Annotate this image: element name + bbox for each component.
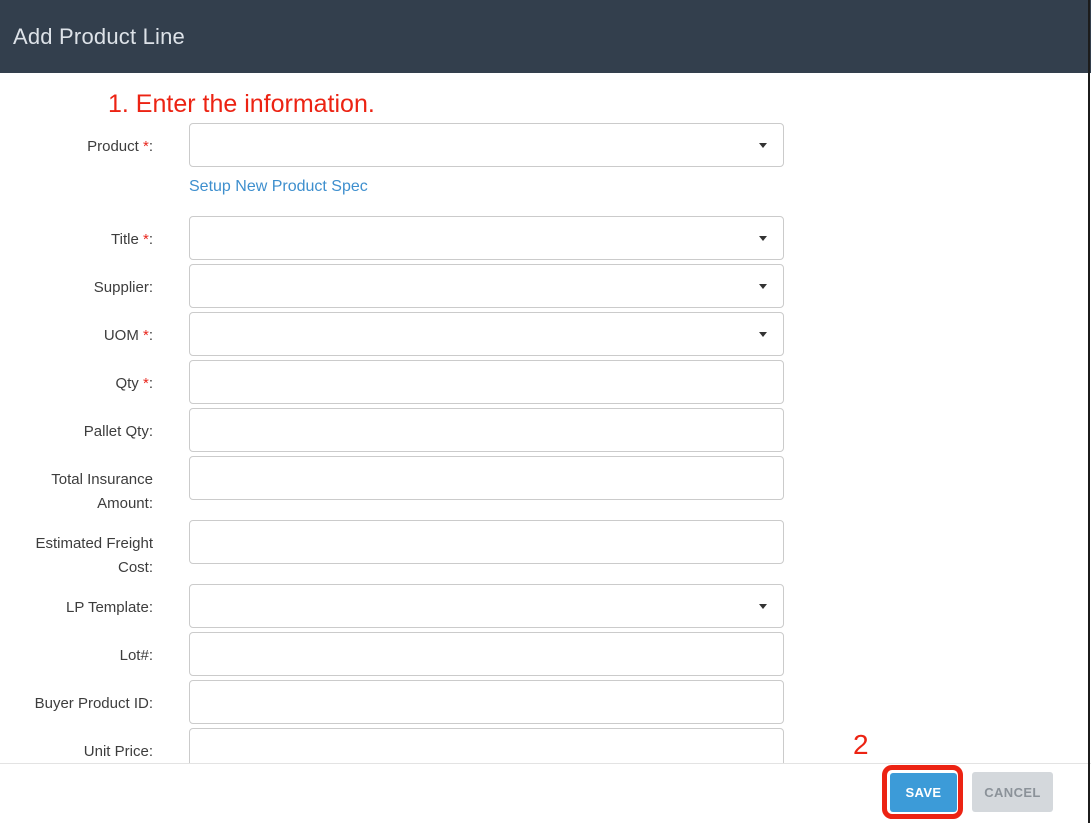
pallet-qty-input[interactable] [189, 408, 784, 452]
form-row: Estimated Freight Cost: [0, 520, 840, 580]
chevron-down-icon [759, 332, 767, 337]
field-label: Product *: [87, 138, 153, 155]
chevron-down-icon [759, 604, 767, 609]
add-product-line-modal: Add Product Line 1. Enter the informatio… [0, 0, 1091, 823]
form-row: Buyer Product ID: [0, 680, 840, 724]
cancel-button[interactable]: CANCEL [972, 772, 1053, 812]
uom-dropdown[interactable] [189, 312, 784, 356]
product-dropdown[interactable] [189, 123, 784, 167]
lot-number-input[interactable] [189, 632, 784, 676]
product-form: Product *: Setup New Product Spec Title … [0, 123, 840, 772]
field-label: Estimated Freight Cost: [35, 535, 153, 576]
field-label: Qty *: [115, 375, 153, 392]
field-label: Unit Price: [83, 743, 153, 760]
field-label: Lot#: [119, 647, 153, 664]
supplier-dropdown[interactable] [189, 264, 784, 308]
screenshot-right-border [1088, 0, 1090, 823]
required-asterisk: * [138, 375, 149, 392]
required-asterisk: * [138, 138, 149, 155]
modal-title: Add Product Line [13, 23, 185, 49]
field-label: Title *: [111, 231, 153, 248]
chevron-down-icon [759, 284, 767, 289]
field-label: Supplier: [93, 279, 153, 296]
setup-new-product-spec-link[interactable]: Setup New Product Spec [189, 178, 368, 195]
link-row: Setup New Product Spec [189, 176, 840, 198]
field-label: Buyer Product ID: [34, 695, 153, 712]
form-row: Total Insurance Amount: [0, 456, 840, 516]
form-row: Lot#: [0, 632, 840, 676]
modal-header: Add Product Line [0, 0, 1091, 73]
qty-input[interactable] [189, 360, 784, 404]
form-row: UOM *: [0, 312, 840, 356]
field-label: LP Template: [65, 599, 153, 616]
annotation-step-2: 2 [853, 729, 869, 760]
field-label: Total Insurance Amount: [51, 471, 153, 512]
field-label: UOM *: [103, 327, 153, 344]
chevron-down-icon [759, 236, 767, 241]
form-row: Title *: [0, 216, 840, 260]
lp-template-dropdown[interactable] [189, 584, 784, 628]
modal-body: 1. Enter the information. Product *: Set… [0, 89, 1091, 772]
buyer-product-id-input[interactable] [189, 680, 784, 724]
form-row: Supplier: [0, 264, 840, 308]
annotation-step-1: 1. Enter the information. [108, 90, 375, 118]
form-row: Qty *: [0, 360, 840, 404]
form-row: Pallet Qty: [0, 408, 840, 452]
form-row: LP Template: [0, 584, 840, 628]
estimated-freight-cost-input[interactable] [189, 520, 784, 564]
required-asterisk: * [138, 231, 149, 248]
required-asterisk: * [138, 327, 149, 344]
form-row: Product *: [0, 123, 840, 167]
chevron-down-icon [759, 143, 767, 148]
total-insurance-amount-input[interactable] [189, 456, 784, 500]
field-label: Pallet Qty: [83, 423, 153, 440]
save-button[interactable]: SAVE [890, 773, 957, 812]
title-dropdown[interactable] [189, 216, 784, 260]
